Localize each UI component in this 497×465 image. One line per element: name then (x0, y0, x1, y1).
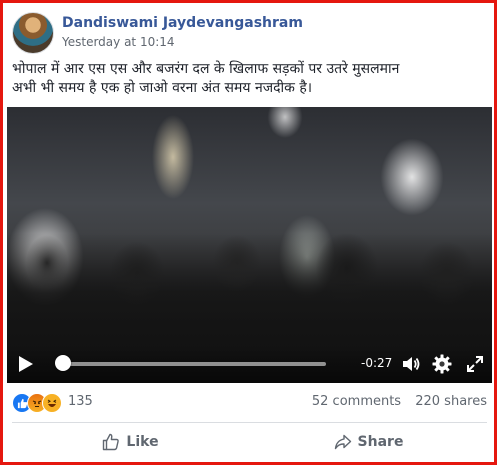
volume-icon[interactable] (401, 354, 421, 374)
post-text-line-2: अभी भी समय है एक हो जाओ वरना अंत समय नजद… (12, 80, 313, 96)
post-text: भोपाल में आर एस एस और बजरंग दल के खिलाफ … (12, 60, 487, 98)
reactions-bar: 135 52 comments 220 shares (12, 391, 487, 415)
play-icon[interactable] (19, 356, 33, 372)
post-timestamp[interactable]: Yesterday at 10:14 (62, 35, 175, 49)
action-bar: Like Share (12, 424, 487, 460)
reaction-count[interactable]: 135 (68, 394, 93, 409)
fullscreen-icon[interactable] (466, 355, 484, 373)
divider (12, 422, 487, 423)
shares-count-link[interactable]: 220 shares (415, 394, 487, 409)
post-text-line-1: भोपाल में आर एस एस और बजरंग दल के खिलाफ … (12, 61, 400, 77)
author-name-link[interactable]: Dandiswami Jaydevangashram (62, 15, 303, 31)
video-controls: -0:27 (7, 345, 492, 383)
share-arrow-icon (334, 434, 351, 450)
like-button-label: Like (126, 434, 159, 450)
post-header: Dandiswami Jaydevangashram Yesterday at … (12, 12, 482, 56)
video-player[interactable]: -0:27 (7, 107, 492, 383)
engagement-stats: 52 comments 220 shares (302, 394, 487, 409)
gear-icon[interactable] (432, 354, 452, 374)
like-button[interactable]: Like (12, 424, 249, 460)
haha-reaction-icon (42, 393, 62, 413)
seek-handle[interactable] (55, 355, 71, 371)
thumbs-up-icon (103, 433, 120, 451)
avatar[interactable] (12, 12, 54, 54)
post-card: Dandiswami Jaydevangashram Yesterday at … (0, 0, 497, 465)
share-button-label: Share (357, 434, 404, 450)
seek-bar[interactable] (60, 362, 326, 366)
comments-count-link[interactable]: 52 comments (312, 394, 401, 409)
time-remaining: -0:27 (361, 356, 393, 370)
share-button[interactable]: Share (250, 424, 487, 460)
reaction-icons[interactable] (12, 393, 72, 413)
